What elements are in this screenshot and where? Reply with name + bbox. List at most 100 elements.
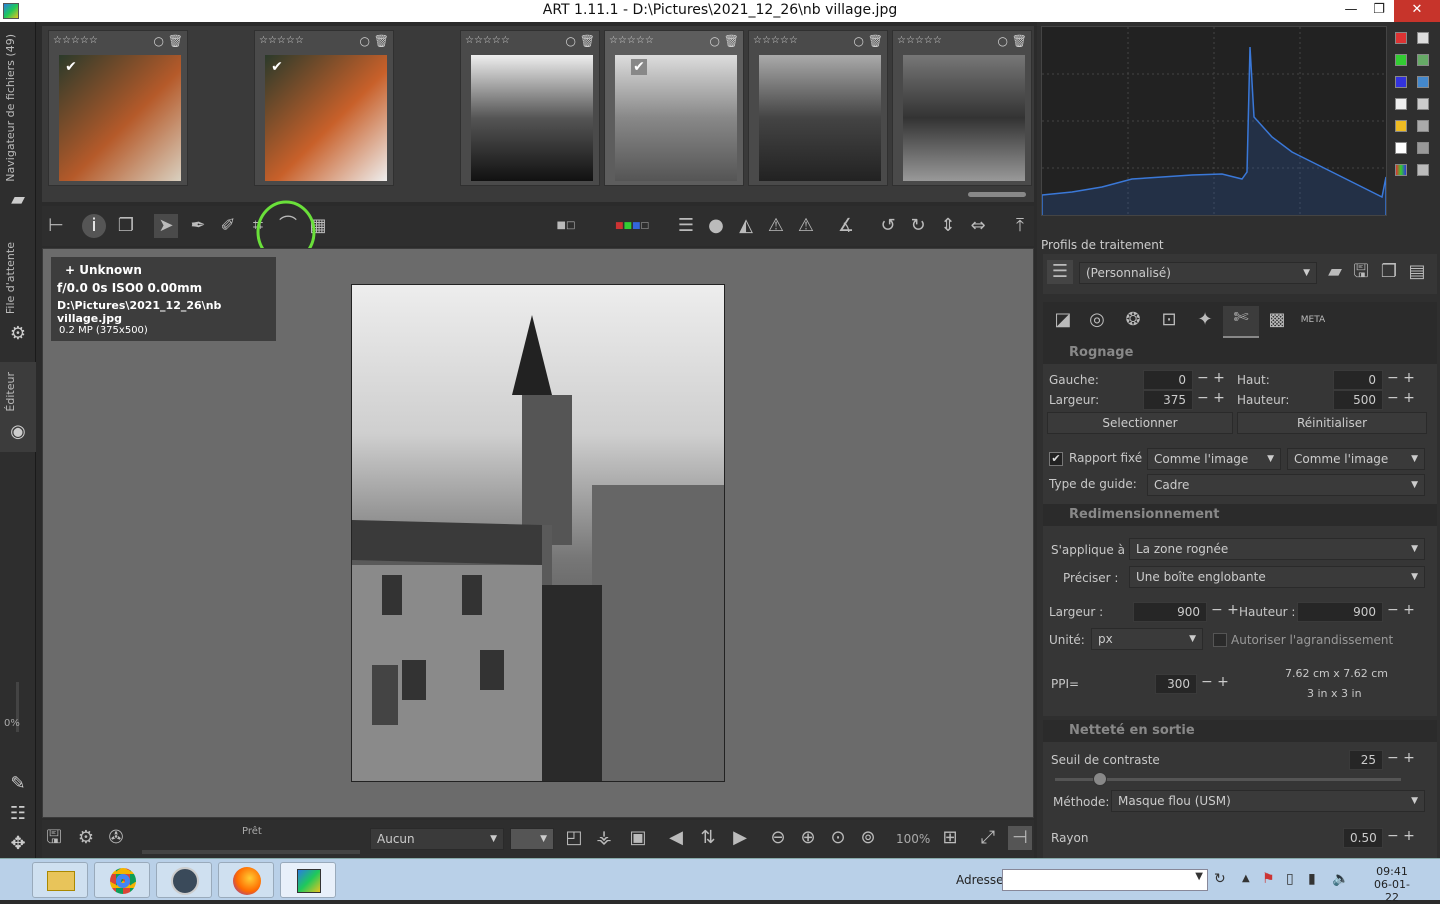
profile-combo[interactable]: (Personnalisé) [1079, 262, 1317, 284]
sliders-icon[interactable]: ☷ [6, 802, 30, 826]
resize-width-stepper[interactable]: − + [1211, 602, 1239, 618]
gear-icon[interactable]: ⚙ [6, 322, 30, 346]
color-icon-1[interactable]: ◰ [562, 826, 586, 850]
new-window-icon[interactable]: ⊞ [938, 826, 962, 850]
rotate-right-icon[interactable]: ↻ [906, 214, 930, 238]
firefox-icon[interactable] [218, 862, 274, 898]
close-button[interactable]: ✕ [1394, 0, 1440, 22]
trash-icon[interactable]: ○ 🗑 [709, 34, 739, 48]
move-icon[interactable]: ✥ [6, 832, 30, 856]
color-icon-3[interactable]: ▣ [626, 826, 650, 850]
eyedropper-icon[interactable]: ✒ [186, 214, 210, 238]
rating-stars[interactable]: ☆☆☆☆☆ [53, 35, 98, 46]
edit-icon[interactable]: ✎ [6, 772, 30, 796]
folder-icon[interactable]: ▰ [6, 188, 30, 212]
rotate-left-icon[interactable]: ↺ [876, 214, 900, 238]
check-icon[interactable]: ✔ [63, 59, 79, 75]
method-select[interactable]: Masque flou (USM) [1111, 790, 1425, 812]
resize-height-input[interactable]: 900 [1297, 602, 1383, 622]
color-icon-2[interactable]: ⚶ [592, 826, 616, 850]
detail-tab-icon[interactable]: ◎ [1083, 308, 1111, 332]
threshold-slider-handle[interactable] [1093, 772, 1107, 786]
allow-upscale-checkbox[interactable] [1213, 633, 1227, 647]
circle-icon[interactable]: ● [704, 214, 728, 238]
background-color-icon[interactable]: ■□ [546, 214, 586, 238]
mode-toggle[interactable] [1417, 120, 1429, 132]
chrome-icon[interactable] [94, 862, 150, 898]
crop-width-stepper[interactable]: − + [1197, 390, 1225, 406]
yellow-toggle[interactable] [1395, 120, 1407, 132]
check-icon[interactable]: ✔ [631, 59, 647, 75]
crop-section-title[interactable]: Rognage [1043, 342, 1437, 364]
copy-profile-icon[interactable]: ❐ [1377, 260, 1401, 284]
network-icon[interactable]: ▮ [1308, 871, 1316, 887]
bar-toggle[interactable] [1395, 142, 1407, 154]
guide-type-select[interactable]: Cadre [1147, 474, 1425, 496]
rating-stars[interactable]: ☆☆☆☆☆ [609, 35, 654, 46]
profile-select[interactable]: Aucun [370, 828, 504, 850]
ppi-input[interactable]: 300 [1155, 674, 1197, 694]
resize-section-title[interactable]: Redimensionnement [1043, 504, 1437, 526]
panel-toggle-icon[interactable]: ⊢ [44, 214, 68, 238]
shadow-warning-icon[interactable]: ⚠ [764, 214, 788, 238]
app-update-icon[interactable] [156, 862, 212, 898]
save-icon[interactable]: 🖫 [42, 826, 66, 850]
file-browser-tab[interactable]: Navigateur de fichiers (49) [4, 34, 17, 182]
transform-tab-icon[interactable]: ✄ [1223, 306, 1259, 338]
editor-external-icon[interactable]: ✇ [104, 826, 128, 850]
check-icon[interactable]: ✔ [269, 59, 285, 75]
zoom-100-icon[interactable]: ⊚ [856, 826, 880, 850]
thumbnail[interactable]: ☆☆☆☆☆ ○ 🗑 [748, 30, 888, 186]
export-icon[interactable]: ⤒ [1008, 214, 1032, 238]
crop-reset-button[interactable]: Réinitialiser [1237, 412, 1427, 434]
fullscreen-icon[interactable]: ⤢ [976, 826, 1000, 850]
preview-image[interactable] [351, 284, 725, 782]
clock[interactable]: 09:41 06-01-22 [1370, 865, 1414, 904]
rgb-bar-toggle[interactable] [1395, 164, 1407, 176]
channel-preview-icons[interactable]: ■■■□ [602, 214, 662, 238]
trash-icon[interactable]: ○ 🗑 [565, 34, 595, 48]
restore-button[interactable]: ❐ [1362, 0, 1396, 22]
security-icon[interactable]: ⚑ [1262, 871, 1275, 887]
ratio-select[interactable]: Comme l'image [1147, 448, 1281, 470]
unit-select[interactable]: px [1091, 628, 1203, 650]
previous-icon[interactable]: ◀ [664, 826, 688, 850]
rating-stars[interactable]: ☆☆☆☆☆ [753, 35, 798, 46]
thumbnail[interactable]: ☆☆☆☆☆ ○ 🗑 ✔ [48, 30, 188, 186]
rating-stars[interactable]: ☆☆☆☆☆ [465, 35, 510, 46]
bar-display-toggle[interactable] [1417, 164, 1429, 176]
open-profile-icon[interactable]: ▰ [1323, 260, 1347, 284]
crop-select-button[interactable]: Selectionner [1047, 412, 1233, 434]
threshold-stepper[interactable]: − + [1387, 750, 1415, 766]
thumbnail-selected[interactable]: ☆☆☆☆☆ ○ 🗑 ✔ [604, 30, 744, 186]
color-tab-icon[interactable]: ❂ [1119, 308, 1147, 332]
local-tab-icon[interactable]: ⊡ [1155, 308, 1183, 332]
gamut-icon[interactable]: ◭ [734, 214, 758, 238]
red-channel-toggle[interactable] [1395, 32, 1407, 44]
image-viewer[interactable]: + Unknown f/0.0 0s ISO0 0.00mm D:\Pictur… [42, 248, 1034, 818]
before-after-icon[interactable]: ❐ [114, 214, 138, 238]
volume-icon[interactable]: 🔈 [1332, 871, 1349, 887]
paste-profile-icon[interactable]: ▤ [1405, 260, 1429, 284]
zoom-out-icon[interactable]: ⊖ [766, 826, 790, 850]
green-channel-toggle[interactable] [1395, 54, 1407, 66]
blue-channel-toggle[interactable] [1395, 76, 1407, 88]
zoom-fit-icon[interactable]: ⊙ [826, 826, 850, 850]
next-icon[interactable]: ▶ [728, 826, 752, 850]
refresh-icon[interactable]: ↻ [1214, 871, 1226, 887]
queue-tab[interactable]: File d'attente [4, 242, 17, 314]
crop-width-input[interactable]: 375 [1143, 390, 1193, 410]
profile-list-icon[interactable]: ☰ [1047, 260, 1073, 284]
device-icon[interactable]: ▯ [1286, 871, 1294, 887]
aperture-icon[interactable]: ◉ [6, 420, 30, 444]
explorer-icon[interactable] [32, 862, 88, 898]
color-picker-icon[interactable]: ✐ [216, 214, 240, 238]
specify-select[interactable]: Une boîte englobante [1129, 566, 1425, 588]
ppi-stepper[interactable]: − + [1201, 674, 1229, 690]
angle-icon[interactable]: ∡ [834, 214, 858, 238]
meta-tab[interactable]: META [1297, 308, 1329, 332]
trash-icon[interactable]: ○ 🗑 [997, 34, 1027, 48]
orientation-select[interactable]: Comme l'image [1287, 448, 1425, 470]
flip-vertical-icon[interactable]: ⇕ [936, 214, 960, 238]
hand-tool-icon[interactable]: ➤ [154, 214, 178, 238]
